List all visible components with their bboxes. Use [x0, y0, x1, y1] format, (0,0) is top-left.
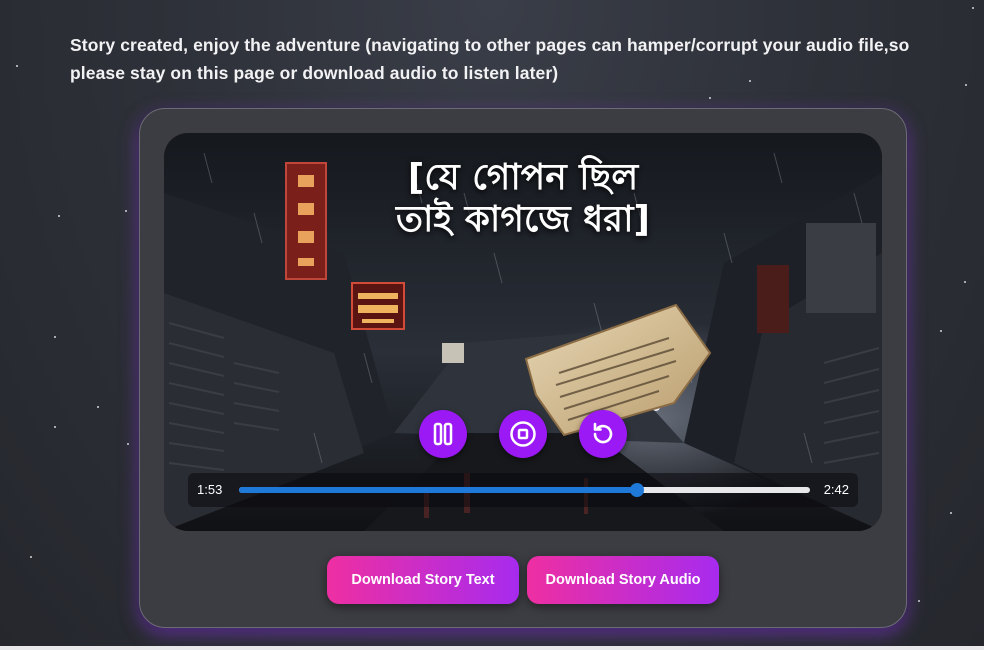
- seek-progress-fill: [239, 487, 637, 493]
- story-player-card: [যে গোপন ছিল তাই কাগজে ধরা] 1:53 2:42 Do…: [139, 108, 907, 628]
- stop-icon: [510, 421, 536, 447]
- story-player: [যে গোপন ছিল তাই কাগজে ধরা] 1:53 2:42: [164, 133, 882, 531]
- restart-button[interactable]: [579, 410, 627, 458]
- playback-controls: [164, 410, 882, 460]
- audio-progress-bar: 1:53 2:42: [188, 473, 858, 507]
- story-title-line-1: [যে গোপন ছিল: [407, 157, 639, 198]
- restart-icon: [593, 422, 613, 444]
- stop-button[interactable]: [499, 410, 547, 458]
- download-story-text-button[interactable]: Download Story Text: [327, 556, 519, 604]
- story-title-line-2: তাই কাগজে ধরা]: [395, 199, 650, 240]
- pause-icon: [433, 422, 453, 446]
- current-time: 1:53: [197, 482, 223, 497]
- seek-slider[interactable]: [239, 483, 810, 497]
- seek-handle[interactable]: [629, 483, 644, 497]
- story-title: [যে গোপন ছিল তাই কাগজে ধরা]: [164, 157, 882, 241]
- pause-button[interactable]: [419, 410, 467, 458]
- page-bottom-edge: [0, 646, 984, 650]
- total-time: 2:42: [823, 482, 849, 497]
- story-created-notice: Story created, enjoy the adventure (navi…: [70, 35, 910, 83]
- download-story-audio-button[interactable]: Download Story Audio: [527, 556, 719, 604]
